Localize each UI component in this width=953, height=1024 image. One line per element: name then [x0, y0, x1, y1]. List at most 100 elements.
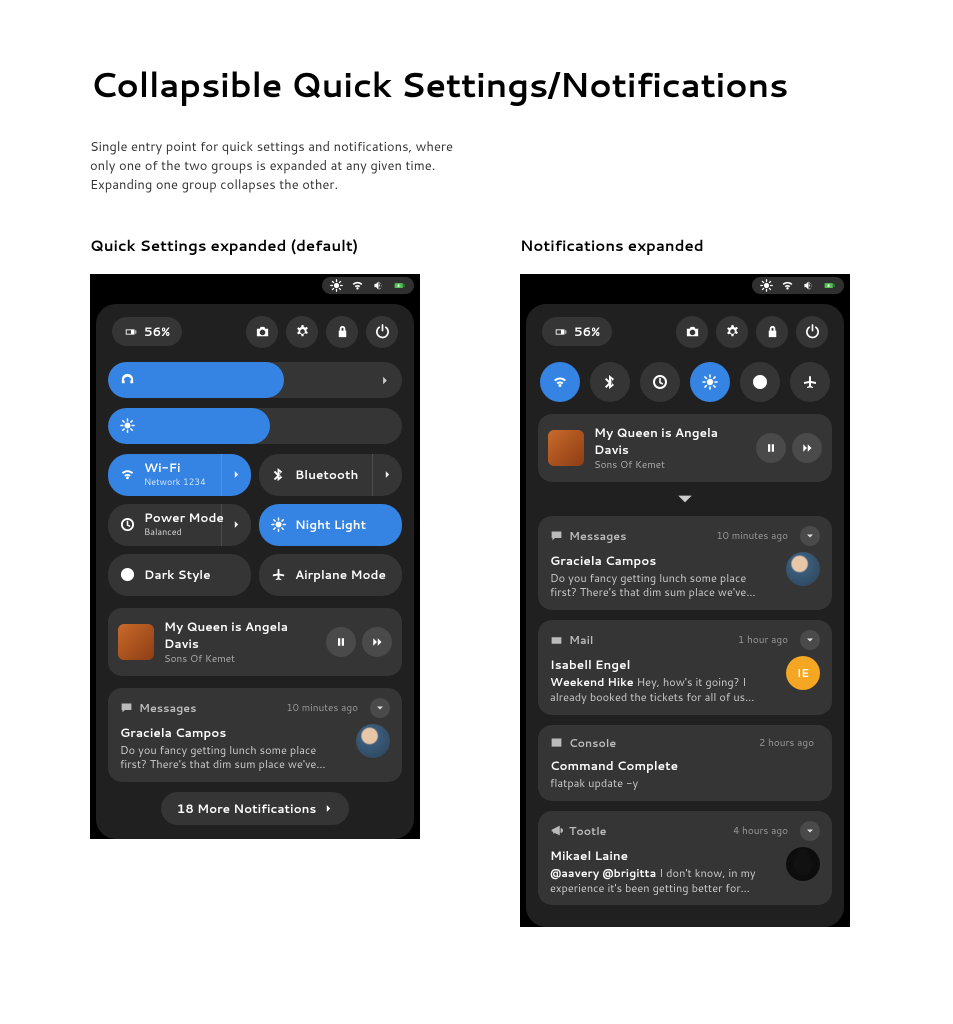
notif-collapse-toggle[interactable]	[800, 630, 820, 650]
battery-charging-icon	[393, 279, 406, 292]
chevron-down-icon	[806, 636, 814, 644]
gear-icon	[725, 324, 740, 339]
more-notifications-button[interactable]: 18 More Notifications	[161, 792, 350, 825]
brightness-icon	[330, 279, 343, 292]
notif-sender: Mikael Laine	[550, 847, 776, 864]
media-card[interactable]: My Queen is Angela Davis Sons Of Kemet	[108, 608, 402, 676]
battery-chip[interactable]: 56%	[542, 317, 612, 346]
avatar	[786, 847, 820, 881]
toggle-nightlight-label: Night Light	[295, 518, 366, 531]
toggle-airplane[interactable]: Airplane Mode	[259, 554, 402, 596]
compact-dark-style[interactable]	[740, 362, 780, 402]
media-next-button[interactable]	[362, 627, 392, 657]
toggle-darkstyle-label: Dark Style	[144, 568, 211, 581]
volume-expand[interactable]	[380, 368, 390, 391]
media-next-button[interactable]	[792, 433, 822, 463]
notif-sender: Isabell Engel	[550, 656, 776, 673]
battery-chip[interactable]: 56%	[112, 317, 182, 346]
notif-collapse-toggle[interactable]	[370, 698, 390, 718]
notification-card[interactable]: Console 2 hours ago Command Complete fla…	[538, 725, 832, 801]
gear-icon	[295, 324, 310, 339]
compact-airplane[interactable]	[790, 362, 830, 402]
toggle-wifi-expand[interactable]	[221, 454, 251, 496]
compact-night-light[interactable]	[690, 362, 730, 402]
notification-card[interactable]: Messages 10 minutes ago Graciela Campos …	[108, 688, 402, 783]
screenshot-button[interactable]	[676, 316, 708, 348]
toggle-power-mode[interactable]: Power Mode Balanced	[108, 504, 251, 546]
airplane-icon	[802, 374, 818, 390]
expand-quick-settings-handle[interactable]	[538, 490, 832, 508]
toggle-bluetooth-expand[interactable]	[372, 454, 402, 496]
notification-card[interactable]: Messages 10 minutes ago Graciela Campos …	[538, 516, 832, 611]
avatar	[356, 724, 390, 758]
lock-button[interactable]	[326, 316, 358, 348]
status-bar	[90, 274, 420, 298]
notif-app: Tootle	[569, 823, 727, 839]
status-indicators-pill[interactable]	[322, 277, 414, 294]
airplane-icon	[271, 567, 286, 582]
notif-time: 4 hours ago	[733, 824, 788, 838]
toggle-night-light[interactable]: Night Light	[259, 504, 402, 546]
toggle-wifi[interactable]: Wi-Fi Network 1234	[108, 454, 251, 496]
power-mode-icon	[120, 517, 135, 532]
notification-card[interactable]: Mail 1 hour ago Isabell Engel Weekend Hi…	[538, 620, 832, 715]
compact-wifi[interactable]	[540, 362, 580, 402]
toggle-bluetooth[interactable]: Bluetooth	[259, 454, 402, 496]
power-button[interactable]	[796, 316, 828, 348]
contrast-icon	[120, 567, 135, 582]
media-title: My Queen is Angela Davis	[164, 618, 316, 652]
media-artist: Sons Of Kemet	[164, 652, 316, 666]
status-indicators-pill[interactable]	[752, 277, 844, 294]
toggle-dark-style[interactable]: Dark Style	[108, 554, 251, 596]
page-title: Collapsible Quick Settings/Notifications	[90, 60, 863, 108]
more-label: 18 More Notifications	[177, 800, 317, 817]
album-art	[118, 624, 154, 660]
phone-mockup-left: 56%	[90, 274, 420, 840]
toggle-wifi-label: Wi-Fi	[144, 461, 206, 474]
settings-button[interactable]	[286, 316, 318, 348]
brightness-slider[interactable]	[108, 408, 402, 444]
media-pause-button[interactable]	[326, 627, 356, 657]
notif-collapse-toggle[interactable]	[800, 821, 820, 841]
night-light-icon	[271, 517, 286, 532]
toggle-power-expand[interactable]	[221, 504, 251, 546]
bluetooth-icon	[271, 467, 286, 482]
settings-button[interactable]	[716, 316, 748, 348]
chat-icon	[120, 701, 133, 714]
compact-bluetooth[interactable]	[590, 362, 630, 402]
next-icon	[801, 442, 813, 454]
notif-text: flatpak update -y	[550, 776, 820, 791]
lock-button[interactable]	[756, 316, 788, 348]
power-button[interactable]	[366, 316, 398, 348]
speaker-icon	[802, 279, 815, 292]
contrast-icon	[752, 374, 768, 390]
headphones-icon	[120, 372, 135, 387]
media-artist: Sons Of Kemet	[594, 458, 746, 472]
settings-panel: 56%	[526, 304, 844, 928]
compact-power-mode[interactable]	[640, 362, 680, 402]
notif-collapse-toggle[interactable]	[800, 526, 820, 546]
notif-time: 2 hours ago	[759, 736, 814, 750]
media-pause-button[interactable]	[756, 433, 786, 463]
notif-time: 10 minutes ago	[286, 701, 358, 715]
camera-icon	[685, 324, 700, 339]
lock-icon	[765, 324, 780, 339]
battery-charging-icon	[823, 279, 836, 292]
wifi-icon	[351, 279, 364, 292]
status-bar	[520, 274, 850, 298]
pause-icon	[335, 636, 347, 648]
media-card[interactable]: My Queen is Angela Davis Sons Of Kemet	[538, 414, 832, 482]
screenshot-button[interactable]	[246, 316, 278, 348]
toggle-power-sub: Balanced	[144, 525, 224, 538]
chevron-down-icon	[806, 532, 814, 540]
notif-app: Mail	[569, 632, 732, 648]
notification-card[interactable]: Tootle 4 hours ago Mikael Laine @aavery …	[538, 811, 832, 906]
battery-label: 56%	[574, 323, 600, 340]
wifi-icon	[552, 374, 568, 390]
phone-mockup-right: 56%	[520, 274, 850, 928]
chevron-right-icon	[324, 804, 333, 813]
notif-app: Console	[569, 735, 753, 751]
wifi-icon	[120, 467, 135, 482]
volume-slider[interactable]	[108, 362, 402, 398]
notif-sender: Command Complete	[550, 757, 820, 774]
